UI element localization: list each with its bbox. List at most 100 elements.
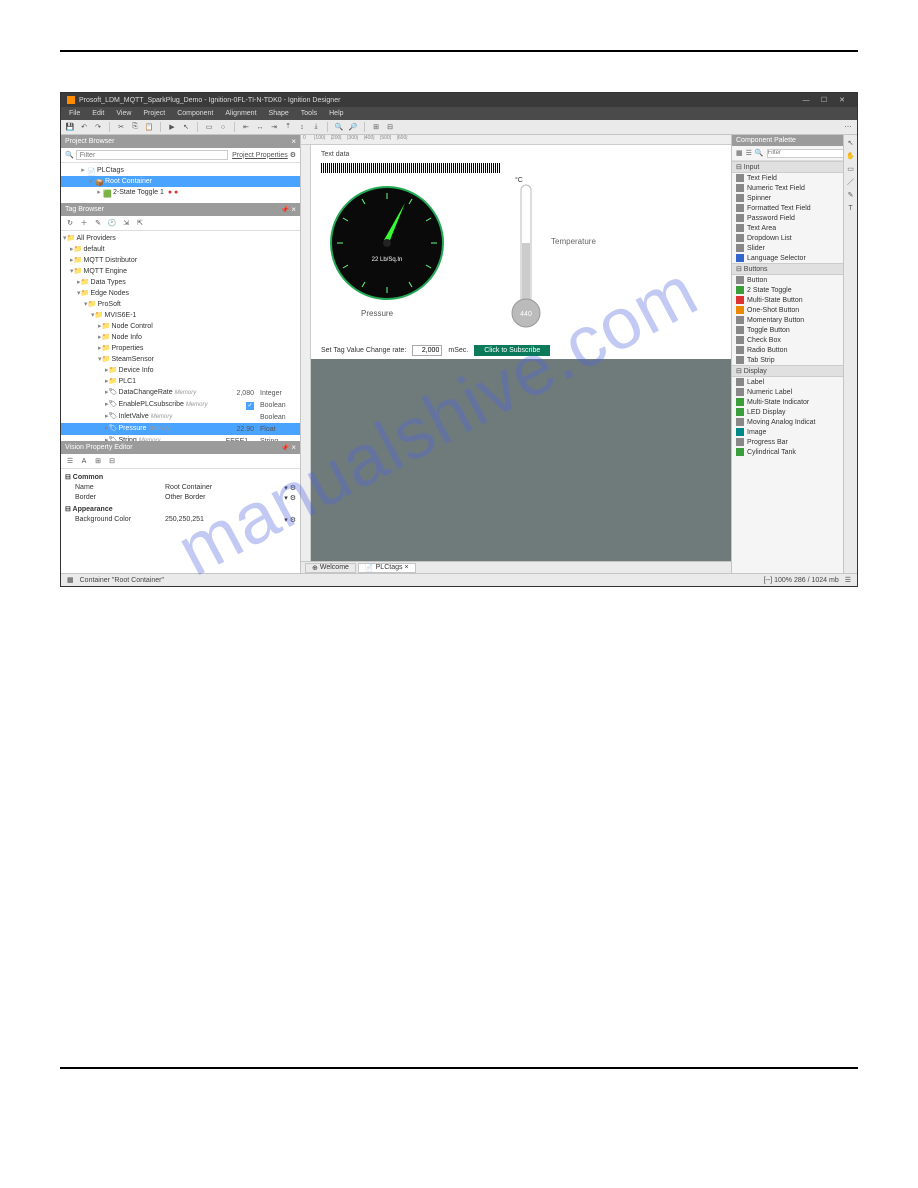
prop-row[interactable]: NameRoot Container▾ ⚙ (65, 483, 296, 493)
menu-shape[interactable]: Shape (269, 110, 289, 117)
palette-section[interactable]: ⊟ Buttons (732, 263, 843, 275)
tag-row[interactable]: ▸🏷EnablePLCsubscribe Memory✓Boolean (61, 399, 300, 411)
tag-row[interactable]: ▸📁default (61, 244, 300, 255)
palette-item[interactable]: Label (732, 377, 843, 387)
menu-tools[interactable]: Tools (301, 110, 317, 117)
pointer-icon[interactable]: ↖ (181, 122, 191, 132)
prop-row[interactable]: BorderOther Border▾ ⚙ (65, 493, 296, 503)
rect-icon[interactable]: ▭ (204, 122, 214, 132)
prop-section[interactable]: ⊟ Appearance (65, 505, 296, 513)
tag-row[interactable]: ▾📁ProSoft (61, 299, 300, 310)
menu-edit[interactable]: Edit (92, 110, 104, 117)
tag-row[interactable]: ▸📁Properties (61, 343, 300, 354)
tag-row[interactable]: ▸📁Device Info (61, 365, 300, 376)
undo-icon[interactable]: ↶ (79, 122, 89, 132)
tag-row[interactable]: ▸🏷DataChangeRate Memory2,080Integer (61, 387, 300, 399)
group-icon[interactable]: ⊞ (371, 122, 381, 132)
circle-icon[interactable]: ○ (218, 122, 228, 132)
palette-item[interactable]: Password Field (732, 213, 843, 223)
tag-row[interactable]: ▾📁MQTT Engine (61, 266, 300, 277)
palette-item[interactable]: Cylindrical Tank (732, 447, 843, 457)
collapse-icon[interactable]: ⊟ (107, 456, 117, 466)
menu-component[interactable]: Component (177, 110, 213, 117)
settings-icon[interactable]: ⚙ (290, 151, 296, 159)
zoom-out-icon[interactable]: 🔎 (348, 122, 358, 132)
play-icon[interactable]: ▶ (167, 122, 177, 132)
tag-row[interactable]: ▾📁Edge Nodes (61, 288, 300, 299)
palette-item[interactable]: Slider (732, 243, 843, 253)
tag-row[interactable]: ▸📁PLC1 (61, 376, 300, 387)
rect-tool-icon[interactable]: ▭ (846, 164, 856, 174)
menu-view[interactable]: View (116, 110, 131, 117)
rate-input[interactable] (412, 345, 442, 356)
palette-item[interactable]: Text Area (732, 223, 843, 233)
tag-row[interactable]: ▸🏷Pressure Memory22.90Float (61, 423, 300, 435)
palette-filter-input[interactable] (767, 149, 847, 158)
align-middle-icon[interactable]: ↕ (297, 122, 307, 132)
palette-item[interactable]: Spinner (732, 193, 843, 203)
property-grid[interactable]: ⊟ Common NameRoot Container▾ ⚙BorderOther… (61, 469, 300, 527)
tree-item[interactable]: ▸🟩2-State Toggle 1● ● (61, 187, 300, 198)
pin-icon[interactable]: 📌 (281, 445, 290, 452)
pointer-tool-icon[interactable]: ↖ (846, 138, 856, 148)
palette-item[interactable]: Button (732, 275, 843, 285)
align-left-icon[interactable]: ⇤ (241, 122, 251, 132)
cat-icon[interactable]: ☰ (65, 456, 75, 466)
palette-item[interactable]: Toggle Button (732, 325, 843, 335)
close-button[interactable]: ✕ (833, 96, 851, 104)
menu-alignment[interactable]: Alignment (225, 110, 256, 117)
align-center-icon[interactable]: ↔ (255, 122, 265, 132)
project-filter-input[interactable] (76, 150, 228, 160)
tag-row[interactable]: ▸📁Node Control (61, 321, 300, 332)
palette-item[interactable]: Momentary Button (732, 315, 843, 325)
list-icon[interactable]: ☰ (746, 148, 752, 158)
az-icon[interactable]: A (79, 456, 89, 466)
palette-item[interactable]: One-Shot Button (732, 305, 843, 315)
clock-icon[interactable]: 🕐 (107, 218, 117, 228)
maximize-button[interactable]: ☐ (815, 96, 833, 104)
expand-icon[interactable]: ⊞ (93, 456, 103, 466)
tag-tree[interactable]: ▾📁All Providers▸📁default▸📁MQTT Distribut… (61, 231, 300, 441)
prop-section[interactable]: ⊟ Common (65, 473, 296, 481)
palette-section[interactable]: ⊟ Input (732, 161, 843, 173)
palette-item[interactable]: 2 State Toggle (732, 285, 843, 295)
tree-item[interactable]: ▸📄PLCtags (61, 165, 300, 176)
export-icon[interactable]: ⇱ (135, 218, 145, 228)
ungroup-icon[interactable]: ⊟ (385, 122, 395, 132)
paste-icon[interactable]: 📋 (144, 122, 154, 132)
cut-icon[interactable]: ✂ (116, 122, 126, 132)
palette-item[interactable]: Numeric Text Field (732, 183, 843, 193)
palette-item[interactable]: LED Display (732, 407, 843, 417)
palette-section[interactable]: ⊟ Display (732, 365, 843, 377)
palette-item[interactable]: Formatted Text Field (732, 203, 843, 213)
palette-item[interactable]: Numeric Label (732, 387, 843, 397)
text-tool-icon[interactable]: T (846, 203, 856, 213)
panel-close-icon[interactable]: × (291, 205, 296, 214)
project-tree[interactable]: ▸📄PLCtags▸📦Root Container▸🟩2-State Toggl… (61, 163, 300, 203)
close-icon[interactable]: × (405, 564, 409, 571)
menu-help[interactable]: Help (329, 110, 343, 117)
zoom-in-icon[interactable]: 🔍 (334, 122, 344, 132)
palette-item[interactable]: Multi-State Indicator (732, 397, 843, 407)
tree-item[interactable]: ▸📦Root Container (61, 176, 300, 187)
pin-icon[interactable]: 📌 (281, 207, 290, 214)
palette-item[interactable]: Dropdown List (732, 233, 843, 243)
tag-row[interactable]: ▸🏷InletValve MemoryBoolean (61, 411, 300, 423)
project-properties-link[interactable]: Project Properties (232, 152, 288, 159)
tag-row[interactable]: ▾📁SteamSensor (61, 354, 300, 365)
align-top-icon[interactable]: ⤒ (283, 122, 293, 132)
import-icon[interactable]: ⇲ (121, 218, 131, 228)
panel-close-icon[interactable]: × (291, 137, 296, 146)
palette-item[interactable]: Moving Analog Indicat (732, 417, 843, 427)
palette-item[interactable]: Radio Button (732, 345, 843, 355)
refresh-icon[interactable]: ↻ (65, 218, 75, 228)
tag-row[interactable]: ▾📁All Providers (61, 233, 300, 244)
line-tool-icon[interactable]: ／ (846, 177, 856, 187)
align-bottom-icon[interactable]: ⤓ (311, 122, 321, 132)
palette-item[interactable]: Text Field (732, 173, 843, 183)
palette-item[interactable]: Image (732, 427, 843, 437)
tab-plctags[interactable]: 📄PLCtags× (358, 563, 416, 573)
palette-item[interactable]: Progress Bar (732, 437, 843, 447)
menu-project[interactable]: Project (143, 110, 165, 117)
hand-tool-icon[interactable]: ✋ (846, 151, 856, 161)
